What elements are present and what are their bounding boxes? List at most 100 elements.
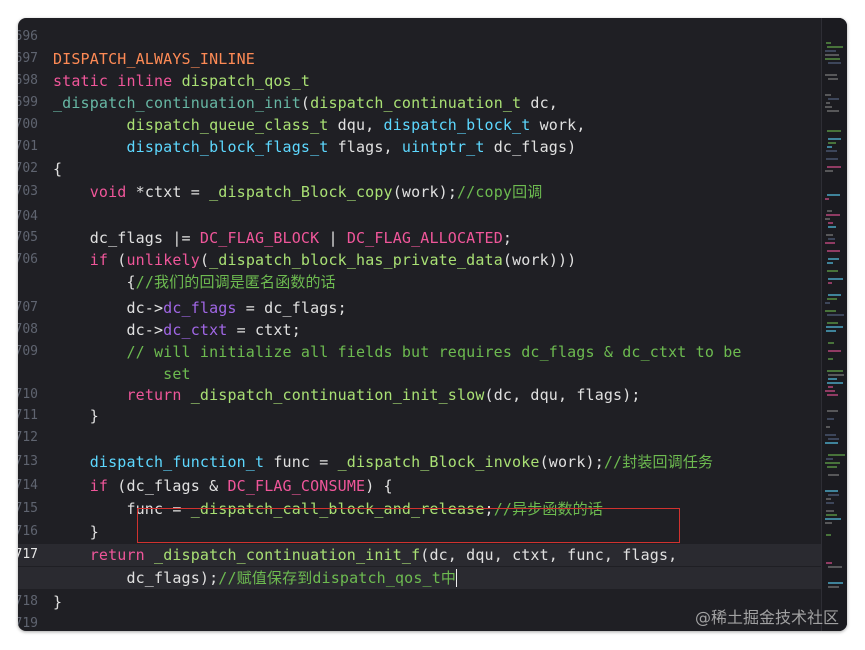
line-number: 698 [18, 70, 38, 92]
code-token: set [163, 365, 191, 383]
minimap-line [825, 522, 832, 524]
code-token [53, 251, 90, 269]
code-line[interactable]: 712 [18, 427, 821, 449]
code-token [53, 138, 126, 156]
line-number: 715 [18, 498, 38, 520]
code-token: ( [200, 251, 209, 269]
code-line[interactable]: 698 static inline dispatch_qos_t [18, 70, 821, 92]
minimap-line [827, 130, 841, 132]
code-text: // will initialize all fields but requir… [53, 341, 742, 363]
line-number: 714 [18, 475, 38, 497]
code-line[interactable]: 702 { [18, 158, 821, 180]
code-line[interactable]: 713 dispatch_function_t func = _dispatch… [18, 451, 821, 473]
code-token [53, 386, 126, 404]
code-line[interactable]: 708 dc->dc_ctxt = ctxt; [18, 319, 821, 341]
text-cursor [456, 569, 457, 587]
code-token: } [53, 593, 62, 611]
code-token: void [90, 183, 127, 201]
minimap-line [828, 138, 841, 140]
code-text: return _dispatch_continuation_init_slow(… [53, 384, 641, 406]
code-token [145, 546, 154, 564]
code-text: } [53, 405, 99, 427]
highlight-box [137, 508, 680, 543]
code-token [53, 365, 163, 383]
minimap-line [825, 54, 839, 56]
minimap-line [828, 386, 833, 388]
code-token: _dispatch_Block_copy [209, 183, 393, 201]
minimap-line [827, 410, 838, 412]
code-token: { [53, 160, 62, 178]
minimap-line [826, 510, 834, 512]
minimap-line [828, 282, 832, 284]
minimap-line [828, 378, 837, 380]
line-number: 709 [18, 341, 38, 363]
minimap-line [825, 50, 836, 52]
minimap-line [826, 42, 831, 44]
code-line[interactable]: 697 DISPATCH_ALWAYS_INLINE [18, 48, 821, 70]
minimap-line [828, 294, 841, 296]
code-token: //封装回调任务 [604, 453, 713, 471]
code-token: work, [530, 116, 585, 134]
line-number: 708 [18, 319, 38, 341]
minimap-line [826, 330, 836, 332]
minimap-line [826, 562, 832, 564]
code-token: dispatch_block_flags_t [126, 138, 328, 156]
code-token: DC_FLAG_ALLOCATED [347, 229, 503, 247]
code-line[interactable]: 714 if (dc_flags & DC_FLAG_CONSUME) { [18, 475, 821, 497]
code-line[interactable]: {//我们的回调是匿名函数的话 [18, 271, 821, 293]
code-token [53, 183, 90, 201]
minimap-line [828, 342, 834, 344]
minimap-line [828, 358, 833, 360]
code-token: _dispatch_continuation_init_f [154, 546, 420, 564]
code-line[interactable]: 700 dispatch_queue_class_t dqu, dispatch… [18, 114, 821, 136]
watermark: @稀土掘金技术社区 [695, 604, 839, 628]
line-number: 700 [18, 114, 38, 136]
line-number: 706 [18, 249, 38, 271]
minimap-line [827, 394, 838, 396]
code-line[interactable]: set [18, 363, 821, 385]
code-line[interactable]: 706 if (unlikely(_dispatch_block_has_pri… [18, 249, 821, 271]
line-number: 699 [18, 92, 38, 114]
code-token: = dc_flags; [237, 299, 347, 317]
code-line[interactable]: 704 [18, 206, 821, 228]
line-number: 701 [18, 136, 38, 158]
code-line[interactable]: 701 dispatch_block_flags_t flags, uintpt… [18, 136, 821, 158]
code-token: dispatch_continuation_t [310, 94, 521, 112]
minimap-line [825, 94, 831, 96]
minimap-line [828, 226, 836, 228]
code-line[interactable]: 709 // will initialize all fields but re… [18, 341, 821, 363]
code-line[interactable]: 717 return _dispatch_continuation_init_f… [18, 544, 821, 566]
code-token: } [53, 407, 99, 425]
minimap-line [826, 498, 831, 500]
minimap-line [828, 494, 839, 496]
code-line[interactable]: 696 [18, 26, 821, 48]
minimap-line [827, 46, 843, 48]
minimap-line [825, 106, 832, 108]
line-number: 705 [18, 227, 38, 249]
code-text: dispatch_function_t func = _dispatch_Blo… [53, 451, 713, 473]
minimap[interactable] [821, 18, 847, 631]
minimap-line [828, 586, 839, 588]
line-number: 703 [18, 181, 38, 203]
minimap-line [825, 442, 838, 444]
code-line[interactable]: 710 return _dispatch_continuation_init_s… [18, 384, 821, 406]
code-text: if (dc_flags & DC_FLAG_CONSUME) { [53, 475, 393, 497]
code-token: ( [108, 251, 126, 269]
minimap-line [828, 62, 841, 64]
code-token: (dc, dqu, flags); [485, 386, 641, 404]
code-token: DC_FLAG_CONSUME [227, 477, 365, 495]
code-token: dc-> [53, 321, 163, 339]
code-line[interactable]: 705 dc_flags |= DC_FLAG_BLOCK | DC_FLAG_… [18, 227, 821, 249]
code-token: dc_ctxt [163, 321, 227, 339]
code-line[interactable]: dc_flags);//赋值保存到dispatch_qos_t中 [18, 567, 821, 589]
minimap-line [825, 302, 830, 304]
code-line[interactable]: 711 } [18, 405, 821, 427]
code-line[interactable]: 707 dc->dc_flags = dc_flags; [18, 297, 821, 319]
code-token: // will initialize all fields but requir… [126, 343, 741, 361]
code-line[interactable]: 699 _dispatch_continuation_init(dispatch_… [18, 92, 821, 114]
line-number: 711 [18, 405, 38, 427]
minimap-line [825, 242, 835, 244]
code-line[interactable]: 703 void *ctxt = _dispatch_Block_copy(wo… [18, 181, 821, 203]
minimap-line [828, 438, 839, 440]
minimap-line [827, 194, 840, 196]
